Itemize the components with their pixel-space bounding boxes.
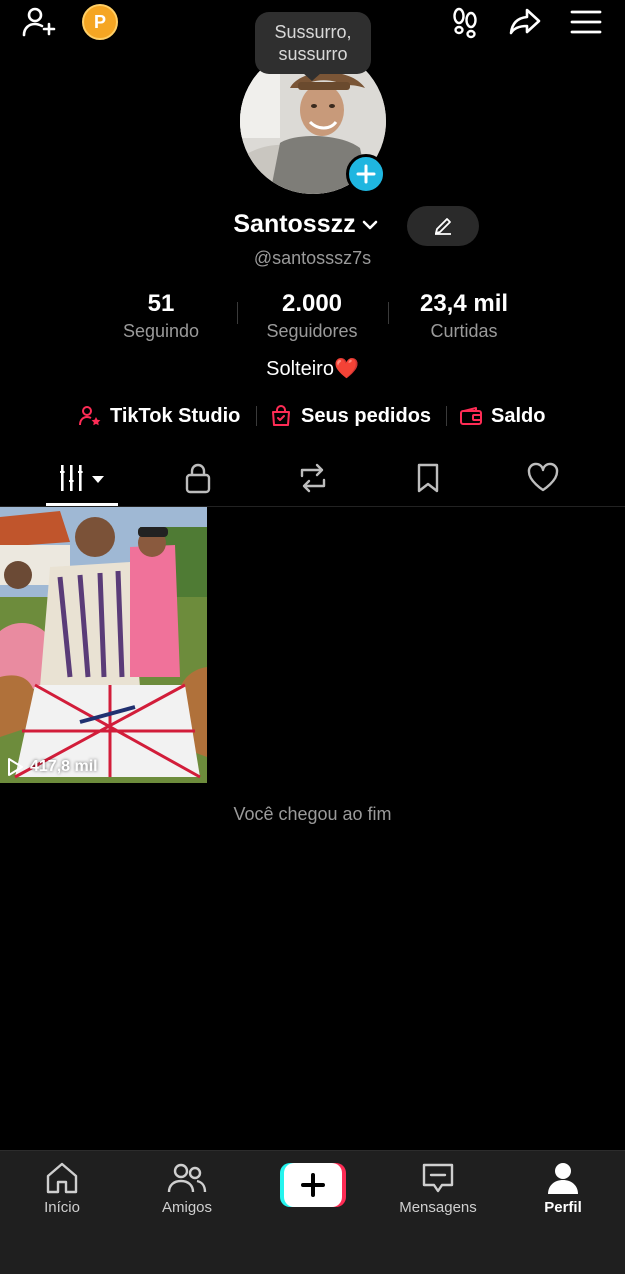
stat-following-value: 51: [147, 290, 175, 317]
bottom-nav: Início Amigos Mensagens Perfil: [0, 1150, 625, 1274]
tooltip: Sussurro, sussurro: [255, 12, 371, 74]
stat-followers-label: Seguidores: [266, 321, 358, 341]
stat-followers-value: 2.000: [281, 290, 343, 317]
video-views-count: 417,8 mil: [30, 758, 98, 775]
chevron-down-icon[interactable]: [360, 215, 380, 235]
coin-letter: P: [93, 11, 106, 32]
nav-profile[interactable]: Perfil: [508, 1161, 618, 1216]
tab-private[interactable]: [178, 458, 218, 498]
stat-following-label: Seguindo: [122, 321, 200, 341]
tab-favorites[interactable]: [408, 458, 448, 498]
stat-following[interactable]: 51 Seguindo: [86, 290, 236, 344]
stat-likes[interactable]: 23,4 mil Curtidas: [389, 290, 539, 344]
profile-handle: @santosssz7s: [253, 248, 372, 268]
balance-link[interactable]: Saldo: [459, 402, 545, 430]
nav-messages[interactable]: Mensagens: [383, 1161, 493, 1216]
pencil-icon: [432, 215, 454, 237]
tab-videos[interactable]: [60, 458, 106, 498]
video-thumbnail-image: [0, 507, 207, 783]
play-icon: [6, 757, 24, 777]
balance-label: Saldo: [491, 404, 546, 427]
heart-icon: [526, 462, 560, 494]
videos-grid-icon: [60, 463, 106, 493]
home-icon: [44, 1161, 80, 1195]
share-icon[interactable]: [507, 4, 543, 40]
tab-reposts[interactable]: [293, 458, 333, 498]
tooltip-arrow: [303, 73, 321, 81]
quick-divider: [256, 406, 257, 426]
tooltip-text: Sussurro, sussurro: [274, 22, 352, 64]
orders-label: Seus pedidos: [301, 404, 432, 427]
nav-profile-label: Perfil: [544, 1199, 582, 1216]
quick-divider: [446, 406, 447, 426]
nav-home-label: Início: [44, 1199, 80, 1216]
create-icon: [280, 1163, 346, 1207]
bookmark-icon: [414, 462, 442, 494]
add-photo-button[interactable]: [346, 154, 386, 194]
create-button[interactable]: [280, 1163, 346, 1207]
tiktok-studio-label: TikTok Studio: [110, 404, 241, 427]
nav-friends[interactable]: Amigos: [132, 1161, 242, 1216]
nav-messages-label: Mensagens: [399, 1199, 477, 1216]
repost-icon: [296, 462, 330, 494]
stat-likes-label: Curtidas: [430, 321, 498, 341]
nav-home[interactable]: Início: [7, 1161, 117, 1216]
add-friend-icon[interactable]: [20, 4, 56, 40]
wallet-icon: [459, 404, 483, 428]
video-views: 417,8 mil: [6, 757, 98, 777]
footprint-icon[interactable]: [447, 4, 483, 40]
edit-profile-button[interactable]: [407, 206, 479, 246]
tiktok-studio-link[interactable]: TikTok Studio: [78, 402, 240, 430]
end-of-list-text: Você chegou ao fim: [233, 804, 392, 824]
menu-icon[interactable]: [568, 4, 604, 40]
profile-name-row: Santosszz: [0, 210, 625, 239]
coin-icon[interactable]: P: [82, 4, 118, 40]
messages-icon: [420, 1161, 456, 1195]
lock-icon: [184, 462, 212, 494]
profile-name[interactable]: Santosszz: [233, 210, 355, 239]
shopping-bag-icon: [269, 404, 293, 428]
orders-link[interactable]: Seus pedidos: [269, 402, 431, 430]
person-star-icon: [78, 404, 102, 428]
stat-followers[interactable]: 2.000 Seguidores: [237, 290, 387, 344]
stat-likes-value: 23,4 mil: [419, 290, 509, 317]
profile-bio: Solteiro❤️: [266, 358, 359, 380]
nav-friends-label: Amigos: [161, 1199, 213, 1216]
video-thumbnail[interactable]: 417,8 mil: [0, 507, 207, 783]
profile-icon: [545, 1161, 581, 1195]
friends-icon: [167, 1161, 207, 1195]
tab-liked[interactable]: [523, 458, 563, 498]
